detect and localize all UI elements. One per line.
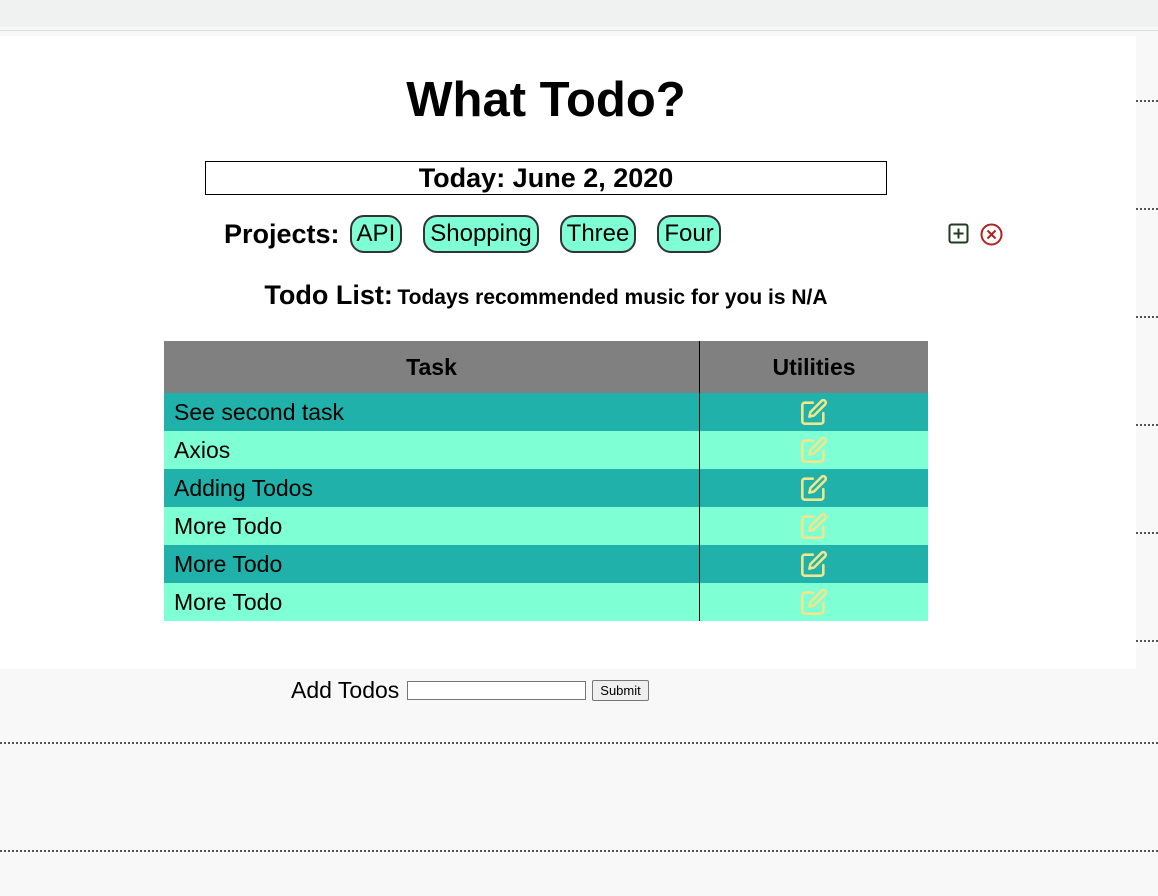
dotted-line — [1136, 532, 1158, 534]
table-header-row: Task Utilities — [164, 341, 928, 393]
plus-square-icon[interactable] — [948, 223, 969, 244]
task-cell[interactable]: More Todo — [164, 507, 700, 545]
project-button-api[interactable]: API — [349, 215, 403, 253]
page-content: What Todo? Today: June 2, 2020 Projects:… — [0, 36, 1136, 703]
project-button-three[interactable]: Three — [559, 215, 637, 253]
edit-icon[interactable] — [800, 588, 828, 616]
project-button-shopping[interactable]: Shopping — [423, 215, 539, 253]
utilities-cell — [699, 507, 928, 545]
projects-bar: Projects: API Shopping Three Four — [224, 215, 742, 253]
table-row: Axios — [164, 431, 928, 469]
utilities-cell — [699, 393, 928, 431]
task-cell[interactable]: Axios — [164, 431, 700, 469]
edit-icon[interactable] — [800, 512, 828, 540]
column-header-utilities: Utilities — [699, 341, 928, 393]
submit-button[interactable]: Submit — [592, 680, 649, 701]
todo-list-label: Todo List: — [264, 280, 393, 310]
utilities-cell — [699, 545, 928, 583]
x-circle-icon[interactable] — [980, 223, 1003, 246]
utilities-cell — [699, 431, 928, 469]
project-button-four[interactable]: Four — [657, 215, 721, 253]
edit-icon[interactable] — [800, 398, 828, 426]
table-row: More Todo — [164, 545, 928, 583]
dotted-line — [1136, 208, 1158, 210]
dotted-line — [0, 742, 1158, 744]
dotted-line — [1136, 100, 1158, 102]
todo-list-heading: Todo List: Todays recommended music for … — [0, 280, 1092, 311]
table-row: More Todo — [164, 583, 928, 621]
add-todos-label: Add Todos — [291, 677, 400, 703]
edit-icon[interactable] — [800, 474, 828, 502]
dotted-line — [0, 850, 1158, 852]
dotted-line — [1136, 316, 1158, 318]
utilities-cell — [699, 583, 928, 621]
music-recommendation: Todays recommended music for you is N/A — [397, 286, 828, 309]
utilities-cell — [699, 469, 928, 507]
column-header-task: Task — [164, 341, 700, 393]
table-row: More Todo — [164, 507, 928, 545]
edit-icon[interactable] — [800, 550, 828, 578]
dotted-line — [1136, 640, 1158, 642]
task-cell[interactable]: More Todo — [164, 583, 700, 621]
edit-icon[interactable] — [800, 436, 828, 464]
task-cell[interactable]: More Todo — [164, 545, 700, 583]
top-divider — [0, 30, 1158, 31]
today-date-box: Today: June 2, 2020 — [205, 161, 887, 195]
page-title: What Todo? — [406, 73, 686, 127]
add-todo-input[interactable] — [407, 681, 587, 700]
table-row: See second task — [164, 393, 928, 431]
add-todo-form: Add Todos Submit — [291, 677, 649, 704]
projects-label: Projects: — [224, 218, 340, 249]
browser-top-bar — [0, 0, 1158, 27]
task-cell[interactable]: See second task — [164, 393, 700, 431]
table-row: Adding Todos — [164, 469, 928, 507]
task-cell[interactable]: Adding Todos — [164, 469, 700, 507]
todo-table: Task Utilities See second task Axios Add… — [164, 341, 928, 621]
dotted-line — [1136, 424, 1158, 426]
